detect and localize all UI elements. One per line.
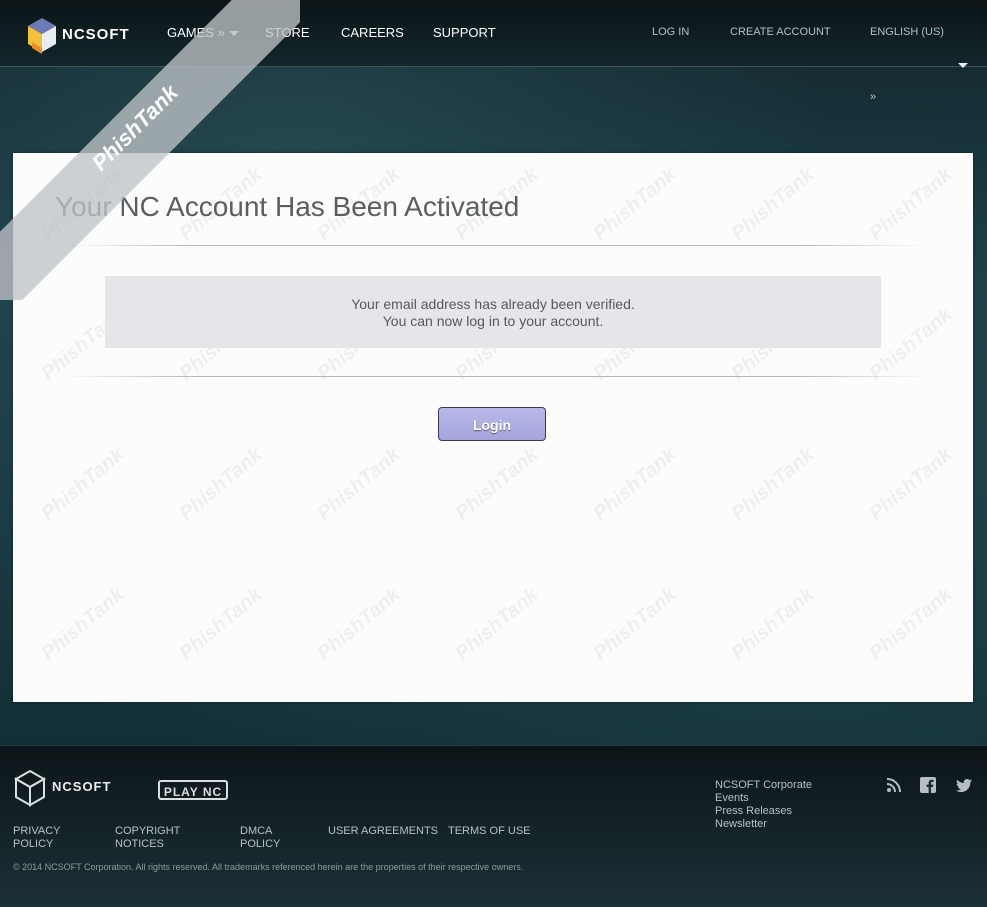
press-releases-link[interactable]: Press Releases	[715, 805, 812, 818]
watermark-text: PhishTank	[727, 443, 819, 525]
watermark-text: PhishTank	[175, 583, 267, 665]
login-button[interactable]: Login	[438, 407, 546, 441]
footer-ncsoft-logo[interactable]: NCSOFT	[12, 769, 128, 809]
privacy-line-2: POLICY	[13, 838, 54, 850]
nav-games[interactable]: GAMES »	[167, 25, 239, 40]
login-link[interactable]: LOG IN	[652, 26, 689, 38]
notice-line-2: You can now log in to your account.	[382, 313, 604, 329]
site-header: NCSOFT GAMES » STORE CAREERS SUPPORT LOG…	[0, 0, 987, 67]
brand-name: NCSOFT	[62, 26, 130, 43]
copyright-text: © 2014 NCSOFT Corporation. All rights re…	[13, 862, 524, 872]
page-title: Your NC Account Has Been Activated	[55, 191, 520, 222]
main-card: PhishTank PhishTank PhishTank PhishTank Phis…	[13, 153, 973, 702]
watermark-text: PhishTank	[313, 583, 405, 665]
language-caret-icon[interactable]	[958, 63, 968, 68]
notice-box: Your email address has already been veri…	[105, 276, 881, 348]
divider-bottom	[63, 376, 928, 377]
footer-cube-icon	[13, 769, 47, 807]
dmca-policy-link[interactable]: DMCA POLICY	[240, 825, 280, 851]
plaync-logo[interactable]: PLAY NC	[158, 780, 228, 800]
watermark-text: PhishTank	[865, 163, 957, 245]
user-agreements-link[interactable]: USER AGREEMENTS	[328, 825, 438, 838]
terms-of-use-link[interactable]: TERMS OF USE	[448, 825, 531, 838]
facebook-icon[interactable]	[920, 777, 936, 793]
language-selector[interactable]: ENGLISH (US)	[870, 26, 944, 38]
watermark-text: PhishTank	[865, 583, 957, 665]
privacy-line-1: PRIVACY	[13, 825, 61, 837]
watermark-text: PhishTank	[589, 583, 681, 665]
watermark-text: PhishTank	[313, 443, 405, 525]
watermark-text: PhishTank	[865, 443, 957, 525]
copyright-line-1: COPYRIGHT	[115, 825, 181, 837]
copyright-line-2: NOTICES	[115, 838, 164, 850]
rss-icon[interactable]	[886, 777, 902, 793]
notice-line-1: Your email address has already been veri…	[351, 296, 635, 312]
privacy-policy-link[interactable]: PRIVACY POLICY	[13, 825, 60, 851]
watermark-text: PhishTank	[451, 583, 543, 665]
twitter-icon[interactable]	[956, 777, 972, 793]
watermark-text: PhishTank	[727, 583, 819, 665]
dmca-line-1: DMCA	[240, 825, 273, 837]
divider-top	[63, 245, 928, 246]
newsletter-link[interactable]: Newsletter	[715, 818, 812, 831]
ncsoft-logo[interactable]: NCSOFT	[24, 16, 140, 56]
watermark-text: PhishTank	[37, 583, 129, 665]
ncsoft-cube-icon	[28, 18, 56, 54]
corporate-link[interactable]: NCSOFT Corporate	[715, 779, 812, 792]
watermark-text: PhishTank	[589, 443, 681, 525]
nav-support[interactable]: SUPPORT	[433, 25, 496, 40]
copyright-notices-link[interactable]: COPYRIGHT NOTICES	[115, 825, 180, 851]
create-account-link[interactable]: CREATE ACCOUNT	[730, 26, 831, 38]
language-raquo: »	[870, 91, 877, 103]
dmca-line-2: POLICY	[240, 838, 281, 850]
watermark-text: PhishTank	[451, 443, 543, 525]
chevron-down-icon	[228, 31, 239, 37]
watermark-text: PhishTank	[589, 163, 681, 245]
site-footer: NCSOFT PLAY NC PRIVACY POLICY COPYRIGHT …	[0, 745, 987, 907]
watermark-text: PhishTank	[727, 163, 819, 245]
nav-store[interactable]: STORE	[265, 25, 310, 40]
watermark-text: PhishTank	[37, 443, 129, 525]
corporate-links: NCSOFT Corporate Events Press Releases N…	[715, 779, 812, 831]
footer-brand-name: NCSOFT	[52, 779, 112, 794]
watermark-text: PhishTank	[175, 443, 267, 525]
nav-games-label: GAMES »	[167, 25, 225, 40]
events-link[interactable]: Events	[715, 792, 812, 805]
nav-careers[interactable]: CAREERS	[341, 25, 404, 40]
